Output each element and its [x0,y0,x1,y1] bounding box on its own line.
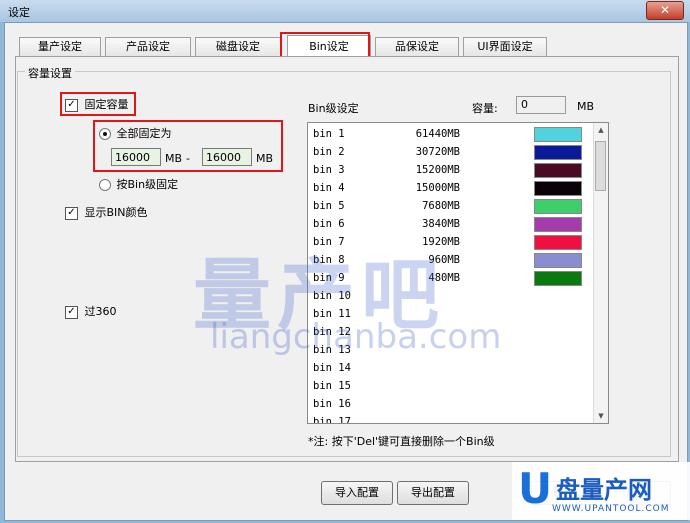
bin-row[interactable]: bin 1 61440MB [308,125,588,143]
bin-color-swatch[interactable] [534,181,582,196]
close-icon: ✕ [659,3,671,17]
by-bin-label: 按Bin级固定 [116,178,179,191]
bin-row[interactable]: bin 2 30720MB [308,143,588,161]
bin-name: bin 15 [313,380,351,392]
close-button[interactable]: ✕ [646,1,684,20]
capacity-unit-label: MB [577,100,595,113]
show-bin-color-row[interactable]: ✓ 显示BIN颜色 [65,204,148,220]
bin-name: bin 1 [313,128,345,140]
scroll-down-icon[interactable]: ▼ [594,409,608,423]
bin-name: bin 4 [313,182,345,194]
scroll-thumb[interactable] [595,141,606,191]
capacity-value-field[interactable]: 0 [516,96,566,114]
bin-row[interactable]: bin 16 [308,395,588,413]
bin-color-swatch[interactable] [534,253,582,268]
bin-list-scrollbar[interactable]: ▲ ▼ [593,123,608,423]
bin-color-swatch[interactable] [534,235,582,250]
bin-row[interactable]: bin 5 7680MB [308,197,588,215]
tab-ui[interactable]: UI界面设定 [463,37,547,56]
logo-site: WWW.UPANTOOL.COM [552,504,670,514]
over360-checkbox[interactable]: ✓ [65,305,78,319]
check-icon: ✓ [67,305,76,317]
bin-color-swatch[interactable] [534,145,582,160]
fixed-capacity-highlight [60,92,136,116]
delete-hint-note: *注: 按下'Del'键可直接删除一个Bin级 [308,435,495,448]
bin-size: 7680MB [422,200,460,212]
capacity-group-title: 容量设置 [25,65,75,81]
import-config-button[interactable]: 导入配置 [321,481,393,505]
bin-color-swatch[interactable] [534,163,582,178]
bin-row[interactable]: bin 4 15000MB [308,179,588,197]
bin-color-swatch[interactable] [534,127,582,142]
bin-name: bin 17 [313,416,351,424]
watermark-url: liangchanba.com [210,317,502,357]
bin-name: bin 14 [313,362,351,374]
bin-name: bin 16 [313,398,351,410]
bin-size: 15200MB [415,164,460,176]
show-bin-color-checkbox[interactable]: ✓ [65,206,78,220]
bin-row[interactable]: bin 15 [308,377,588,395]
capacity-label: 容量: [472,102,498,115]
bin-name: bin 5 [313,200,345,212]
bin-color-swatch[interactable] [534,217,582,232]
by-bin-radio[interactable] [99,179,111,191]
tab-quality[interactable]: 品保设定 [375,37,459,56]
bin-name: bin 2 [313,146,345,158]
over360-row[interactable]: ✓ 过360 [65,303,117,319]
bin-size: 61440MB [415,128,460,140]
all-fixed-highlight [93,120,283,172]
upantool-logo: U 盘量产网 WWW.UPANTOOL.COM [512,462,690,520]
settings-window: 量产设定 产品设定 磁盘设定 Bin设定 品保设定 UI界面设定 容量设置 ✓ … [4,22,688,521]
bin-row[interactable]: bin 3 15200MB [308,161,588,179]
bin-color-swatch[interactable] [534,271,582,286]
bin-size: 30720MB [415,146,460,158]
tab-disk[interactable]: 磁盘设定 [195,37,281,56]
bin-color-swatch[interactable] [534,199,582,214]
show-bin-color-label: 显示BIN颜色 [84,206,148,219]
scroll-up-icon[interactable]: ▲ [594,123,608,137]
bin-row[interactable]: bin 14 [308,359,588,377]
over360-label: 过360 [84,305,117,318]
bin-size: 3840MB [422,218,460,230]
tab-mass-production[interactable]: 量产设定 [19,37,101,56]
tab-product[interactable]: 产品设定 [105,37,191,56]
title-bar: 设定 ✕ [0,0,690,22]
bin-name: bin 3 [313,164,345,176]
window-title: 设定 [8,6,30,19]
bin-row[interactable]: bin 17 [308,413,588,424]
logo-u-icon: U [518,464,553,513]
bin-name: bin 6 [313,218,345,230]
bin-level-title: Bin级设定 [308,102,359,115]
bin-row[interactable]: bin 6 3840MB [308,215,588,233]
by-bin-radio-row[interactable]: 按Bin级固定 [99,176,178,192]
check-icon: ✓ [67,206,76,218]
bin-size: 15000MB [415,182,460,194]
logo-name: 盘量产网 [556,476,652,504]
export-config-button[interactable]: 导出配置 [397,481,469,505]
